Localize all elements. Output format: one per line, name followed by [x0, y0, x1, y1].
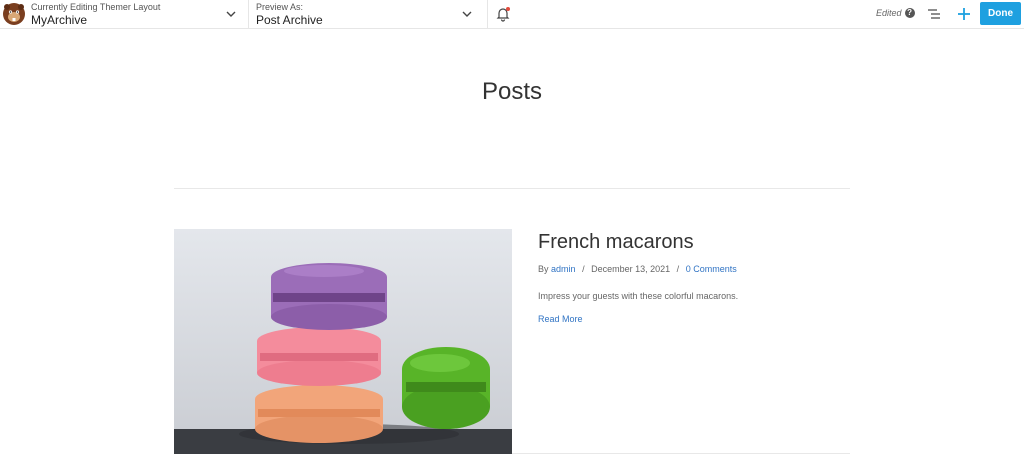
preview-label: Preview As:	[256, 2, 304, 12]
read-more-link[interactable]: Read More	[538, 314, 583, 324]
beaver-logo-icon[interactable]	[2, 2, 26, 26]
bell-icon[interactable]	[494, 5, 512, 23]
by-label: By	[538, 264, 549, 274]
post-excerpt: Impress your guests with these colorful …	[538, 291, 739, 301]
outline-list-icon[interactable]	[926, 6, 942, 22]
top-toolbar: Currently Editing Themer Layout MyArchiv…	[0, 0, 1024, 29]
post-date: December 13, 2021	[591, 264, 671, 274]
edited-status[interactable]: Edited ?	[876, 8, 915, 18]
chevron-down-icon	[462, 11, 472, 17]
chevron-down-icon	[226, 11, 236, 17]
done-button[interactable]: Done	[980, 2, 1021, 25]
plus-icon[interactable]	[955, 5, 973, 23]
meta-separator: /	[676, 264, 680, 274]
preview-selector[interactable]: Preview As: Post Archive	[256, 2, 486, 28]
meta-separator: /	[582, 264, 585, 274]
editing-label: Currently Editing Themer Layout	[31, 2, 161, 12]
comments-link[interactable]: 0 Comments	[686, 264, 737, 274]
edited-label: Edited	[876, 8, 902, 18]
macarons-image	[174, 229, 512, 454]
section-divider	[174, 188, 850, 189]
toolbar-divider	[487, 0, 488, 29]
post-featured-image[interactable]	[174, 229, 512, 454]
toolbar-divider	[248, 0, 249, 29]
preview-value: Post Archive	[256, 13, 323, 27]
post-divider	[512, 453, 850, 454]
layout-selector[interactable]: Currently Editing Themer Layout MyArchiv…	[31, 2, 248, 28]
help-icon: ?	[904, 8, 915, 18]
page-title: Posts	[481, 78, 543, 105]
post-title[interactable]: French macarons	[538, 231, 694, 254]
post-meta: By admin / December 13, 2021 / 0 Comment…	[538, 264, 737, 274]
author-link[interactable]: admin	[551, 264, 576, 274]
layout-name: MyArchive	[31, 13, 88, 27]
